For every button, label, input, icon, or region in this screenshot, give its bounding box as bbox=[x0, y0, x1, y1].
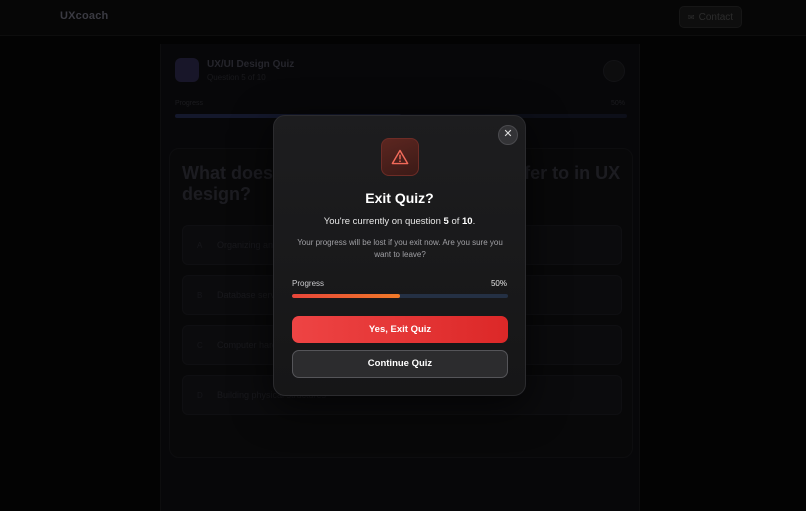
status-prefix: You're currently on question bbox=[323, 216, 444, 227]
progress-fill bbox=[292, 294, 400, 298]
close-icon[interactable]: ✕ bbox=[498, 125, 518, 145]
total-questions-number: 10 bbox=[462, 216, 473, 227]
progress-bar bbox=[292, 294, 508, 298]
exit-quiz-button[interactable]: Yes, Exit Quiz bbox=[292, 316, 508, 343]
exit-quiz-dialog: ✕ Exit Quiz? You're currently on questio… bbox=[273, 115, 526, 396]
dialog-title: Exit Quiz? bbox=[365, 190, 434, 206]
status-suffix: . bbox=[472, 216, 476, 227]
progress-percent: 50% bbox=[490, 279, 507, 288]
continue-quiz-button[interactable]: Continue Quiz bbox=[292, 350, 508, 378]
warning-icon bbox=[381, 138, 419, 176]
progress-label: Progress bbox=[292, 279, 325, 288]
status-middle: of bbox=[448, 216, 463, 227]
question-status-text: You're currently on question 5 of 10. bbox=[274, 216, 525, 227]
dialog-description: Your progress will be lost if you exit n… bbox=[297, 238, 503, 259]
